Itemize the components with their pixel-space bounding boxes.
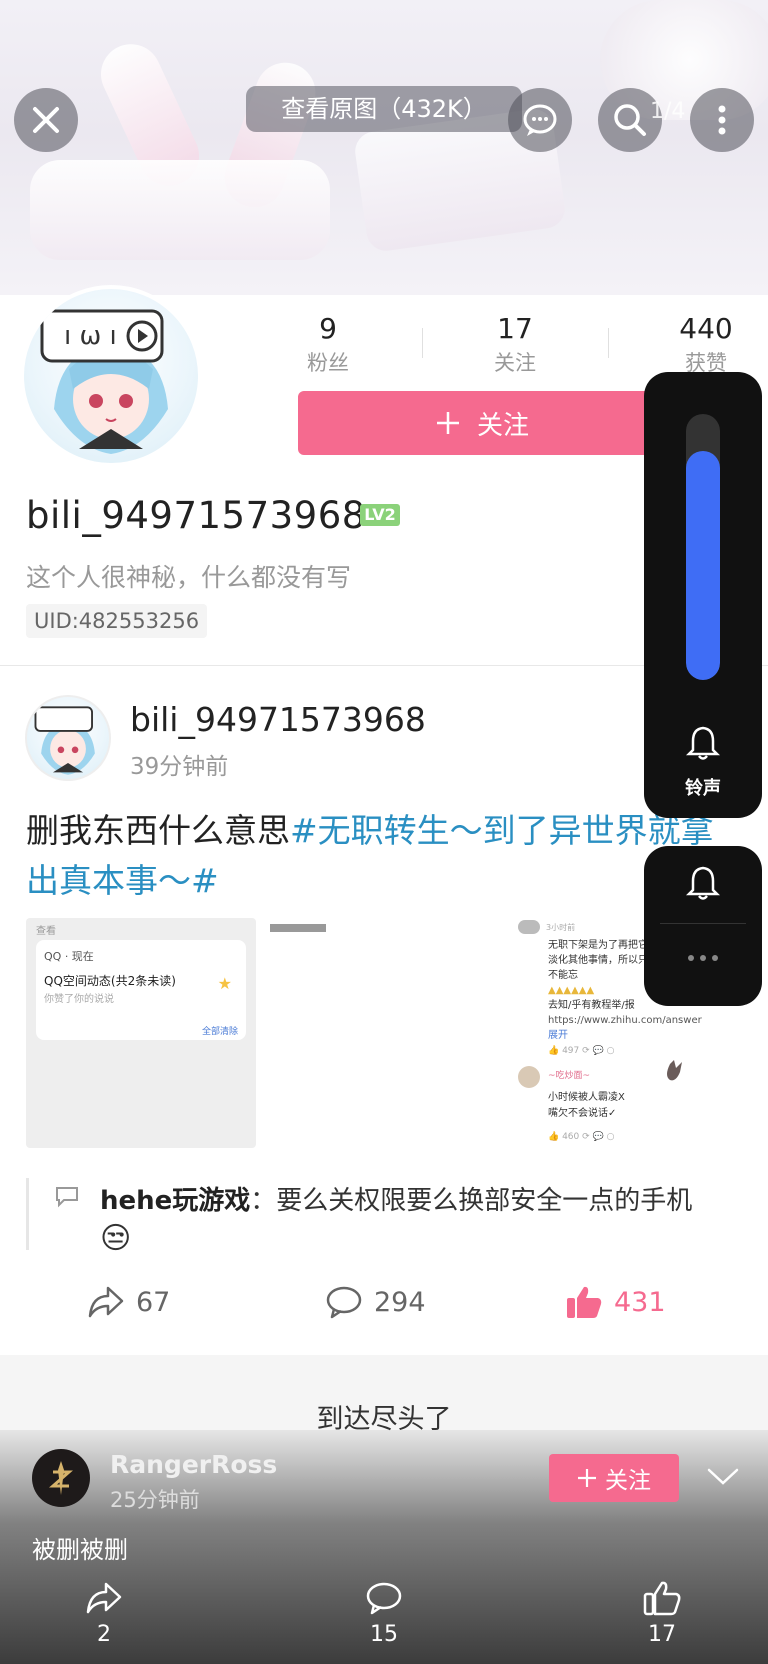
viewer-time: 25分钟前 xyxy=(110,1488,200,1512)
likes-count: 440 xyxy=(679,312,733,345)
anime-avatar-icon xyxy=(34,706,95,775)
close-button[interactable] xyxy=(14,88,78,152)
viewer-caption: 被删被删 xyxy=(32,1536,128,1564)
comment-emoji: 😒 xyxy=(100,1221,132,1256)
follow-label: 关注 xyxy=(476,410,529,441)
sticker-icon xyxy=(662,1060,702,1084)
notification-clear: 全部清除 xyxy=(201,1027,238,1037)
comment-icon xyxy=(366,1582,402,1615)
thumb1-header: 查看 xyxy=(36,926,56,937)
like-count: 431 xyxy=(614,1286,666,1318)
chevron-down-icon[interactable] xyxy=(706,1466,740,1488)
comment-quote-bar xyxy=(26,1178,29,1250)
follow-button[interactable]: 关注 xyxy=(298,391,666,455)
plus-icon xyxy=(578,1469,596,1487)
star-icon: ★ xyxy=(217,974,232,993)
thumb3-likes-1: 👍 497 ⟳ 💬 ○ xyxy=(548,1046,615,1056)
fans-label: 粉丝 xyxy=(307,351,349,375)
comment-button[interactable] xyxy=(508,88,572,152)
viewer-comment-button[interactable]: 15 xyxy=(344,1580,424,1647)
viewer-share-count: 2 xyxy=(97,1622,111,1647)
divider xyxy=(660,923,746,924)
following-count: 17 xyxy=(497,312,533,345)
view-original-button[interactable]: 查看原图（432K） xyxy=(246,86,522,132)
thumb3-reply: 小时候被人霸凌X 嘴欠不会说话✓ xyxy=(548,1092,625,1119)
fans-count: 9 xyxy=(319,312,337,345)
post-text: 删我东西什么意思#无职转生～到了异世界就拿出真本事～# xyxy=(26,806,746,906)
thumb3-user2: ~吃炒面~ xyxy=(548,1071,591,1081)
profile-avatar[interactable]: ı ω ı xyxy=(20,285,202,467)
avatar xyxy=(518,1066,540,1088)
comment-user[interactable]: hehe玩游戏 xyxy=(100,1186,250,1216)
volume-panel: 铃声 xyxy=(644,372,762,818)
post-image-1[interactable]: 查看 QQ · 现在 QQ空间动态(共2条未读) 你赞了你的说说 ★ 全部清除 xyxy=(26,918,256,1148)
post-time: 39分钟前 xyxy=(130,754,229,780)
thumb3-likes-2: 👍 460 ⟳ 💬 ○ xyxy=(548,1132,615,1142)
volume-slider[interactable] xyxy=(686,414,720,680)
post-username[interactable]: bili_94971573968 xyxy=(130,700,426,739)
comment-icon xyxy=(56,1187,78,1208)
comments-count: 294 xyxy=(374,1286,426,1318)
notification-app: QQ · 现在 xyxy=(44,950,94,963)
profile-uid[interactable]: UID:482553256 xyxy=(26,604,208,638)
more-vertical-icon xyxy=(718,105,726,135)
notification-sub: 你赞了你的说说 xyxy=(44,994,114,1005)
viewer-follow-label: 关注 xyxy=(605,1468,651,1494)
thumbs-up-icon xyxy=(643,1581,681,1616)
share-icon xyxy=(86,1582,122,1614)
profile-banner xyxy=(0,0,768,295)
profile-username: bili_94971573968 xyxy=(26,494,366,537)
volume-level-fill xyxy=(686,451,720,680)
bell-icon[interactable] xyxy=(685,724,721,762)
comment-text: ：要么关权限要么换部安全一点的手机 xyxy=(250,1186,693,1216)
viewer-follow-button[interactable]: 关注 xyxy=(549,1454,679,1502)
close-icon xyxy=(33,107,59,133)
volume-label: 铃声 xyxy=(685,778,721,799)
post-text-plain: 删我东西什么意思 xyxy=(26,811,290,850)
share-button[interactable]: 67 xyxy=(86,1284,170,1320)
comment-preview[interactable]: hehe玩游戏：要么关权限要么换部安全一点的手机 😒 xyxy=(100,1180,692,1256)
stat-divider xyxy=(422,328,423,358)
share-count: 67 xyxy=(136,1286,171,1318)
notification-title: QQ空间动态(共2条未读) xyxy=(44,974,176,988)
profile-bio: 这个人很神秘，什么都没有写 xyxy=(26,563,352,592)
like-button[interactable]: 431 xyxy=(564,1284,666,1320)
page-indicator: 1/4 xyxy=(650,99,686,124)
more-button[interactable] xyxy=(690,88,754,152)
comments-button[interactable]: 294 xyxy=(324,1284,426,1320)
stat-divider xyxy=(608,328,609,358)
stat-following[interactable]: 17 关注 xyxy=(445,312,585,377)
viewer-avatar[interactable] xyxy=(32,1449,90,1507)
svg-text:ı ω ı: ı ω ı xyxy=(64,321,117,351)
chat-bubble-icon xyxy=(523,104,557,136)
viewer-share-button[interactable]: 2 xyxy=(64,1580,144,1647)
stat-fans[interactable]: 9 粉丝 xyxy=(258,312,398,377)
zelda-logo-icon xyxy=(49,1461,73,1495)
following-label: 关注 xyxy=(494,351,536,375)
avatar xyxy=(518,920,540,934)
viewer-like-button[interactable]: 17 xyxy=(622,1580,702,1647)
viewer-like-count: 17 xyxy=(648,1622,676,1647)
post-image-2[interactable] xyxy=(268,918,498,1148)
level-badge: LV2 xyxy=(360,504,400,526)
notification-card: QQ · 现在 QQ空间动态(共2条未读) 你赞了你的说说 ★ 全部清除 xyxy=(36,940,246,1040)
thumb3-time: 3小时前 xyxy=(546,923,576,932)
search-icon xyxy=(614,104,646,136)
viewer-username[interactable]: RangerRoss xyxy=(110,1450,277,1479)
image-fragment xyxy=(270,924,326,932)
share-icon xyxy=(88,1286,124,1318)
more-horizontal-icon[interactable] xyxy=(685,952,721,964)
ringer-panel xyxy=(644,846,762,1006)
post-avatar[interactable] xyxy=(25,695,111,781)
bell-icon[interactable] xyxy=(685,864,721,902)
anime-avatar-icon: ı ω ı xyxy=(40,309,168,454)
comment-icon xyxy=(326,1286,362,1319)
stat-likes[interactable]: 440 获赞 xyxy=(636,312,768,377)
thumbs-up-icon xyxy=(567,1286,602,1318)
plus-icon xyxy=(436,412,459,434)
viewer-comment-count: 15 xyxy=(370,1622,398,1647)
